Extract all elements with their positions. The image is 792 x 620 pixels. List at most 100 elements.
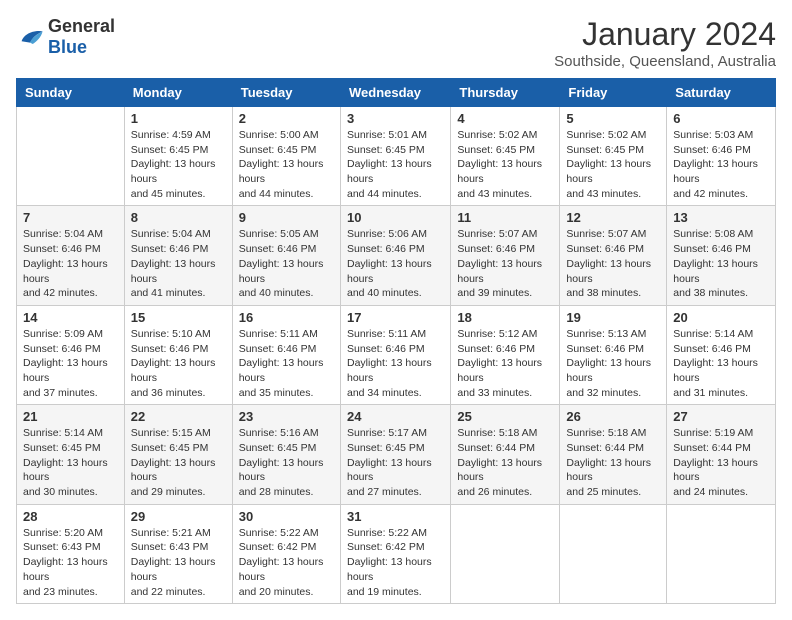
calendar-cell: 26 Sunrise: 5:18 AMSunset: 6:44 PMDayligh… xyxy=(560,405,667,504)
calendar-week-row: 21Sunrise: 5:14 AMSunset: 6:45 PMDayligh… xyxy=(17,405,776,504)
day-number: 6 xyxy=(673,111,769,126)
day-number: 5 xyxy=(566,111,660,126)
cell-info: Sunrise: 5:05 AMSunset: 6:46 PMDaylight:… xyxy=(239,227,334,300)
title-section: January 2024 Southside, Queensland, Aust… xyxy=(554,16,776,70)
day-number: 18 xyxy=(457,310,553,325)
calendar-week-row: 1 Sunrise: 4:59 AMSunset: 6:45 PMDaylight… xyxy=(17,107,776,206)
cell-info: Sunrise: 5:02 AMSunset: 6:45 PMDaylight:… xyxy=(457,128,553,201)
cell-info: Sunrise: 5:18 AMSunset: 6:44 PMDaylight:… xyxy=(457,426,553,499)
calendar-header-wednesday: Wednesday xyxy=(340,79,450,107)
cell-info: Sunrise: 5:06 AMSunset: 6:46 PMDaylight:… xyxy=(347,227,444,300)
day-number: 7 xyxy=(23,210,118,225)
calendar-cell: 8Sunrise: 5:04 AMSunset: 6:46 PMDaylight… xyxy=(124,206,232,305)
calendar-cell: 28 Sunrise: 5:20 AMSunset: 6:43 PMDayligh… xyxy=(17,504,125,603)
cell-info: Sunrise: 5:07 AMSunset: 6:46 PMDaylight:… xyxy=(566,227,660,300)
day-number: 9 xyxy=(239,210,334,225)
calendar-header-monday: Monday xyxy=(124,79,232,107)
calendar-cell xyxy=(17,107,125,206)
page-subtitle: Southside, Queensland, Australia xyxy=(554,53,776,70)
cell-info: Sunrise: 5:15 AMSunset: 6:45 PMDaylight:… xyxy=(131,426,226,499)
cell-info: Sunrise: 5:14 AMSunset: 6:46 PMDaylight:… xyxy=(673,327,769,400)
cell-info: Sunrise: 4:59 AMSunset: 6:45 PMDaylight:… xyxy=(131,128,226,201)
day-number: 12 xyxy=(566,210,660,225)
day-number: 3 xyxy=(347,111,444,126)
day-number: 20 xyxy=(673,310,769,325)
day-number: 11 xyxy=(457,210,553,225)
cell-info: Sunrise: 5:22 AMSunset: 6:42 PMDaylight:… xyxy=(347,526,444,599)
calendar-header-saturday: Saturday xyxy=(667,79,776,107)
calendar-header-tuesday: Tuesday xyxy=(232,79,340,107)
day-number: 26 xyxy=(566,409,660,424)
day-number: 28 xyxy=(23,509,118,524)
day-number: 19 xyxy=(566,310,660,325)
calendar-cell: 4 Sunrise: 5:02 AMSunset: 6:45 PMDaylight… xyxy=(451,107,560,206)
cell-info: Sunrise: 5:07 AMSunset: 6:46 PMDaylight:… xyxy=(457,227,553,300)
calendar-cell: 2 Sunrise: 5:00 AMSunset: 6:45 PMDaylight… xyxy=(232,107,340,206)
day-number: 16 xyxy=(239,310,334,325)
day-number: 29 xyxy=(131,509,226,524)
calendar-cell: 18 Sunrise: 5:12 AMSunset: 6:46 PMDayligh… xyxy=(451,305,560,404)
calendar-cell xyxy=(451,504,560,603)
calendar-cell: 29 Sunrise: 5:21 AMSunset: 6:43 PMDayligh… xyxy=(124,504,232,603)
day-number: 8 xyxy=(131,210,226,225)
cell-info: Sunrise: 5:12 AMSunset: 6:46 PMDaylight:… xyxy=(457,327,553,400)
calendar-cell: 30Sunrise: 5:22 AMSunset: 6:42 PMDayligh… xyxy=(232,504,340,603)
logo-text: General Blue xyxy=(48,16,115,58)
calendar-cell: 24 Sunrise: 5:17 AMSunset: 6:45 PMDayligh… xyxy=(340,405,450,504)
cell-info: Sunrise: 5:03 AMSunset: 6:46 PMDaylight:… xyxy=(673,128,769,201)
logo: General Blue xyxy=(16,16,115,58)
day-number: 1 xyxy=(131,111,226,126)
page-title: January 2024 xyxy=(554,16,776,53)
cell-info: Sunrise: 5:16 AMSunset: 6:45 PMDaylight:… xyxy=(239,426,334,499)
cell-info: Sunrise: 5:08 AMSunset: 6:46 PMDaylight:… xyxy=(673,227,769,300)
day-number: 23 xyxy=(239,409,334,424)
day-number: 2 xyxy=(239,111,334,126)
calendar-table: SundayMondayTuesdayWednesdayThursdayFrid… xyxy=(16,78,776,604)
calendar-cell: 27Sunrise: 5:19 AMSunset: 6:44 PMDayligh… xyxy=(667,405,776,504)
calendar-cell: 25 Sunrise: 5:18 AMSunset: 6:44 PMDayligh… xyxy=(451,405,560,504)
calendar-cell: 17Sunrise: 5:11 AMSunset: 6:46 PMDayligh… xyxy=(340,305,450,404)
calendar-cell: 22Sunrise: 5:15 AMSunset: 6:45 PMDayligh… xyxy=(124,405,232,504)
calendar-cell: 12 Sunrise: 5:07 AMSunset: 6:46 PMDayligh… xyxy=(560,206,667,305)
logo-general: General xyxy=(48,16,115,36)
calendar-header-friday: Friday xyxy=(560,79,667,107)
day-number: 13 xyxy=(673,210,769,225)
day-number: 30 xyxy=(239,509,334,524)
day-number: 14 xyxy=(23,310,118,325)
calendar-cell: 3Sunrise: 5:01 AMSunset: 6:45 PMDaylight… xyxy=(340,107,450,206)
calendar-cell: 1 Sunrise: 4:59 AMSunset: 6:45 PMDaylight… xyxy=(124,107,232,206)
calendar-cell: 15Sunrise: 5:10 AMSunset: 6:46 PMDayligh… xyxy=(124,305,232,404)
cell-info: Sunrise: 5:11 AMSunset: 6:46 PMDaylight:… xyxy=(347,327,444,400)
day-number: 31 xyxy=(347,509,444,524)
calendar-header-row: SundayMondayTuesdayWednesdayThursdayFrid… xyxy=(17,79,776,107)
logo-blue: Blue xyxy=(48,37,87,57)
day-number: 4 xyxy=(457,111,553,126)
logo-bird-icon xyxy=(16,27,44,47)
calendar-cell xyxy=(560,504,667,603)
calendar-cell: 9 Sunrise: 5:05 AMSunset: 6:46 PMDaylight… xyxy=(232,206,340,305)
day-number: 24 xyxy=(347,409,444,424)
calendar-cell: 31 Sunrise: 5:22 AMSunset: 6:42 PMDayligh… xyxy=(340,504,450,603)
calendar-week-row: 7 Sunrise: 5:04 AMSunset: 6:46 PMDaylight… xyxy=(17,206,776,305)
day-number: 10 xyxy=(347,210,444,225)
cell-info: Sunrise: 5:02 AMSunset: 6:45 PMDaylight:… xyxy=(566,128,660,201)
cell-info: Sunrise: 5:17 AMSunset: 6:45 PMDaylight:… xyxy=(347,426,444,499)
calendar-cell: 19Sunrise: 5:13 AMSunset: 6:46 PMDayligh… xyxy=(560,305,667,404)
cell-info: Sunrise: 5:04 AMSunset: 6:46 PMDaylight:… xyxy=(23,227,118,300)
cell-info: Sunrise: 5:21 AMSunset: 6:43 PMDaylight:… xyxy=(131,526,226,599)
day-number: 25 xyxy=(457,409,553,424)
calendar-cell xyxy=(667,504,776,603)
calendar-cell: 21Sunrise: 5:14 AMSunset: 6:45 PMDayligh… xyxy=(17,405,125,504)
day-number: 21 xyxy=(23,409,118,424)
cell-info: Sunrise: 5:20 AMSunset: 6:43 PMDaylight:… xyxy=(23,526,118,599)
cell-info: Sunrise: 5:18 AMSunset: 6:44 PMDaylight:… xyxy=(566,426,660,499)
calendar-header-sunday: Sunday xyxy=(17,79,125,107)
page-header: General Blue January 2024 Southside, Que… xyxy=(16,16,776,70)
cell-info: Sunrise: 5:19 AMSunset: 6:44 PMDaylight:… xyxy=(673,426,769,499)
calendar-week-row: 14Sunrise: 5:09 AMSunset: 6:46 PMDayligh… xyxy=(17,305,776,404)
cell-info: Sunrise: 5:00 AMSunset: 6:45 PMDaylight:… xyxy=(239,128,334,201)
calendar-cell: 6 Sunrise: 5:03 AMSunset: 6:46 PMDaylight… xyxy=(667,107,776,206)
calendar-cell: 13 Sunrise: 5:08 AMSunset: 6:46 PMDayligh… xyxy=(667,206,776,305)
calendar-header-thursday: Thursday xyxy=(451,79,560,107)
calendar-cell: 14Sunrise: 5:09 AMSunset: 6:46 PMDayligh… xyxy=(17,305,125,404)
